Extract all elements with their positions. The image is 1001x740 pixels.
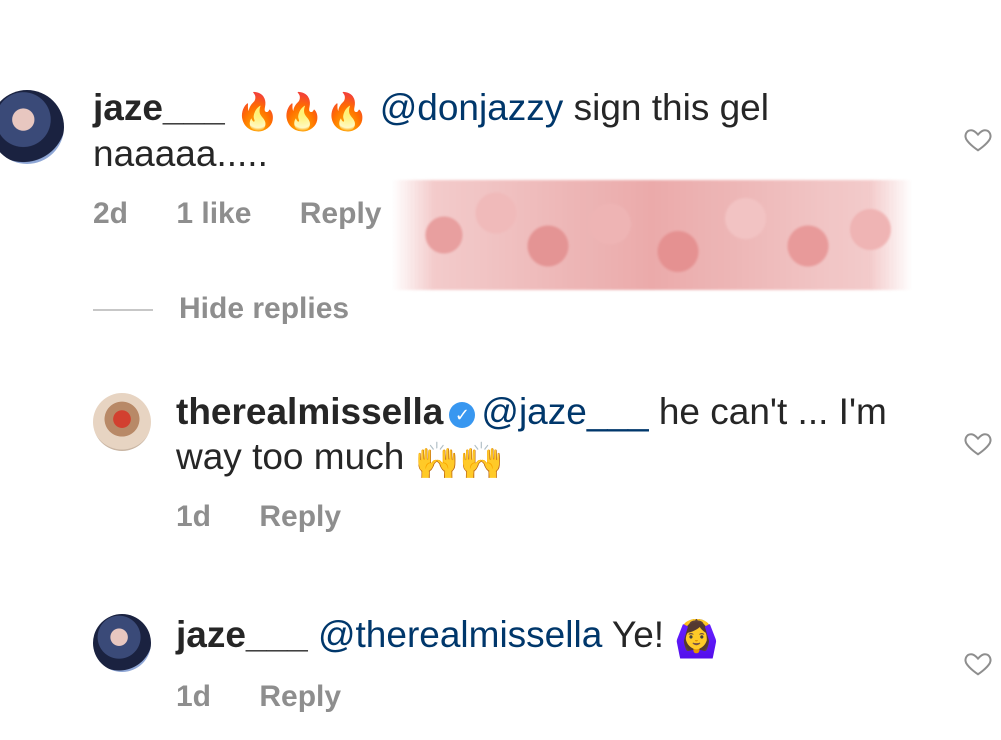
reply-body: he can't ... I'm: [648, 391, 887, 432]
comment-meta: 2d 1 like Reply: [93, 197, 421, 231]
divider-line: [93, 309, 153, 312]
woman-gesturing-ok-emoji: 🙆‍♀️: [674, 618, 720, 659]
comment-text: jaze___ 🔥🔥🔥 @donjazzy sign this gel: [93, 86, 769, 134]
comment-text-line2: naaaaa.....: [93, 133, 268, 174]
heart-outline-icon[interactable]: [963, 648, 993, 678]
reply-text: jaze___ @therealmissella Ye! 🙆‍♀️: [176, 613, 719, 661]
hide-replies-button[interactable]: Hide replies: [93, 292, 349, 326]
comment-body: sign this gel: [563, 87, 769, 128]
reply-button[interactable]: Reply: [259, 500, 341, 533]
reply-meta: 1d Reply: [176, 500, 381, 534]
avatar[interactable]: [93, 393, 151, 451]
reply-time: 1d: [176, 680, 212, 713]
mention-link[interactable]: @therealmissella: [318, 614, 602, 655]
reply-body-line2: way too much: [176, 436, 405, 477]
redaction-blur: [392, 180, 912, 290]
reply-username[interactable]: therealmissella: [176, 391, 443, 432]
avatar[interactable]: [93, 614, 151, 672]
reply-body: Ye!: [602, 614, 665, 655]
reply-username[interactable]: jaze___: [176, 614, 308, 655]
raising-hands-emoji: 🙌🙌: [414, 440, 505, 481]
comment-time: 2d: [93, 197, 129, 230]
comment-username[interactable]: jaze___: [93, 87, 225, 128]
heart-outline-icon[interactable]: [963, 124, 993, 154]
fire-emoji: 🔥🔥🔥: [234, 91, 370, 132]
reply-meta: 1d Reply: [176, 680, 381, 714]
verified-badge-icon: ✓: [449, 402, 476, 428]
avatar[interactable]: [0, 90, 64, 164]
reply-button[interactable]: Reply: [300, 197, 382, 230]
like-count[interactable]: 1 like: [176, 197, 251, 230]
mention-link[interactable]: @jaze___: [481, 391, 648, 432]
heart-outline-icon[interactable]: [963, 428, 993, 458]
reply-text-line2: way too much 🙌🙌: [176, 435, 504, 483]
reply-time: 1d: [176, 500, 212, 533]
reply-button[interactable]: Reply: [259, 680, 341, 713]
mention-link[interactable]: @donjazzy: [380, 87, 564, 128]
hide-replies-label: Hide replies: [179, 292, 350, 325]
reply-text: therealmissella ✓ @jaze___ he can't ... I'…: [176, 390, 887, 434]
